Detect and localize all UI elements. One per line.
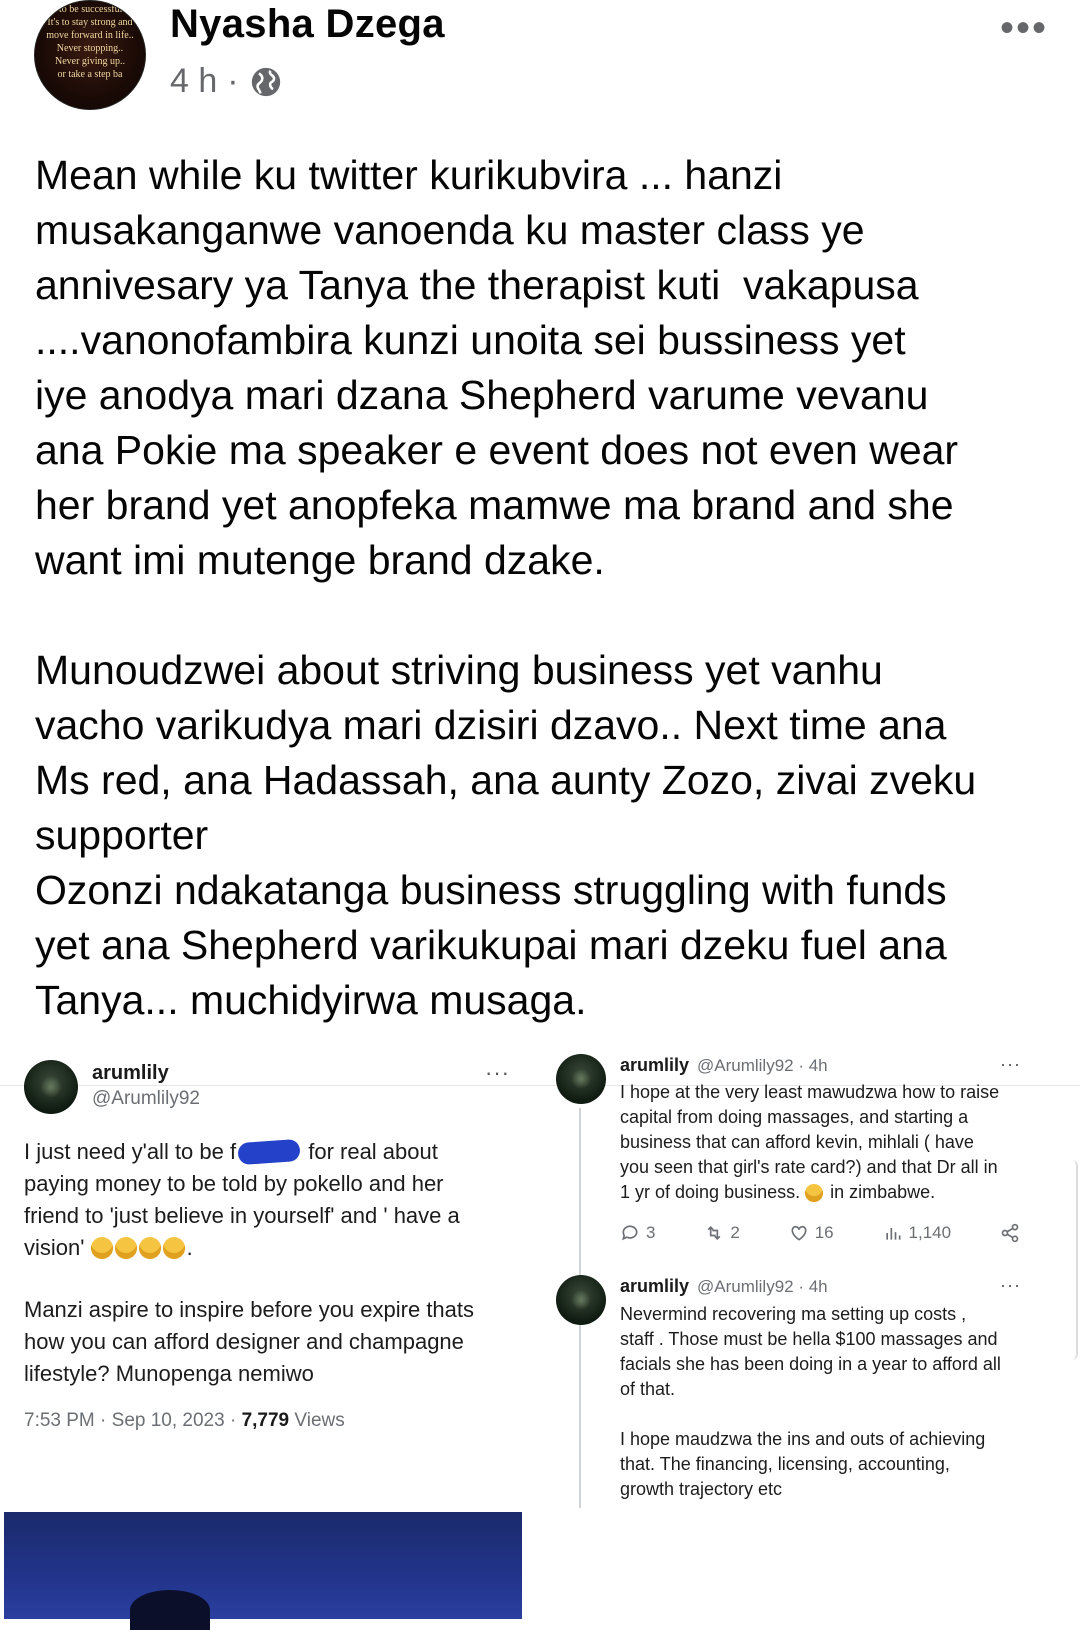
retweet-button[interactable]: 2 [704,1223,740,1243]
tweet-right-2-name: arumlily [620,1276,690,1296]
tweet-right-1-more-icon: ··· [1000,1054,1021,1074]
card-edge [1072,1160,1078,1360]
views-button[interactable]: 1,140 [883,1223,951,1243]
redaction-scribble [237,1138,301,1166]
avatar-caption: s to be successful.. It's to stay strong… [46,4,134,80]
heart-icon [791,1225,807,1241]
tweet-right-1-avatar [556,1054,606,1104]
views-chart-icon [885,1228,901,1240]
post-text: Mean while ku twitter kurikubvira ... ha… [35,152,977,1023]
tweet-right-1-handle: @Arumlily92 · 4h [697,1056,828,1075]
meta-separator: · [227,62,239,100]
tweet-right-2-more-icon: ··· [1000,1275,1021,1295]
share-icon [1001,1223,1019,1243]
like-button[interactable]: 16 [789,1223,834,1243]
tweet-left-text-2: Manzi aspire to inspire before you expir… [24,1297,475,1386]
tweet-right-1-actions: 3 2 16 1,140 [620,1223,1020,1243]
tweet-left-name: arumlily [92,1062,169,1084]
tweet-left-text: I just need y'all to be f for real about… [24,1138,460,1260]
tweet-right-2-avatar [556,1275,606,1325]
post-time[interactable]: 4 h [170,62,217,101]
retweet-icon [707,1225,721,1241]
reply-button[interactable]: 3 [620,1223,655,1243]
author-avatar[interactable]: s to be successful.. It's to stay strong… [34,0,146,110]
tweet-left-handle: @Arumlily92 [92,1088,200,1109]
more-options-button[interactable]: ••• [1000,6,1048,51]
attached-photo[interactable] [4,1512,522,1619]
tweet-left-more-icon: ··· [485,1060,510,1085]
tweet-left-avatar [24,1060,78,1114]
tweet-right-2-handle: @Arumlily92 · 4h [697,1277,828,1296]
tweet-right-2-text: Nevermind recovering ma setting up costs… [620,1304,1001,1499]
laughing-emoji-icon [138,1237,161,1259]
laughing-emoji-icon [114,1237,137,1259]
tweet-right-1-name: arumlily [620,1055,690,1075]
laughing-emoji-icon [162,1237,185,1259]
laughing-emoji-icon [90,1237,113,1259]
blushing-emoji-icon [805,1184,824,1202]
post-meta: 4 h · [170,62,283,101]
author-name[interactable]: Nyasha Dzega [170,2,445,47]
globe-icon[interactable] [249,65,283,99]
tweet-right-1-text: I hope at the very least mawudzwa how to… [620,1082,1000,1202]
share-button[interactable] [1000,1223,1020,1243]
photo-person [130,1590,210,1630]
reply-icon [622,1225,638,1241]
tweet-left-footer: 7:53 PM · Sep 10, 2023 · 7,779 Views [24,1410,345,1431]
